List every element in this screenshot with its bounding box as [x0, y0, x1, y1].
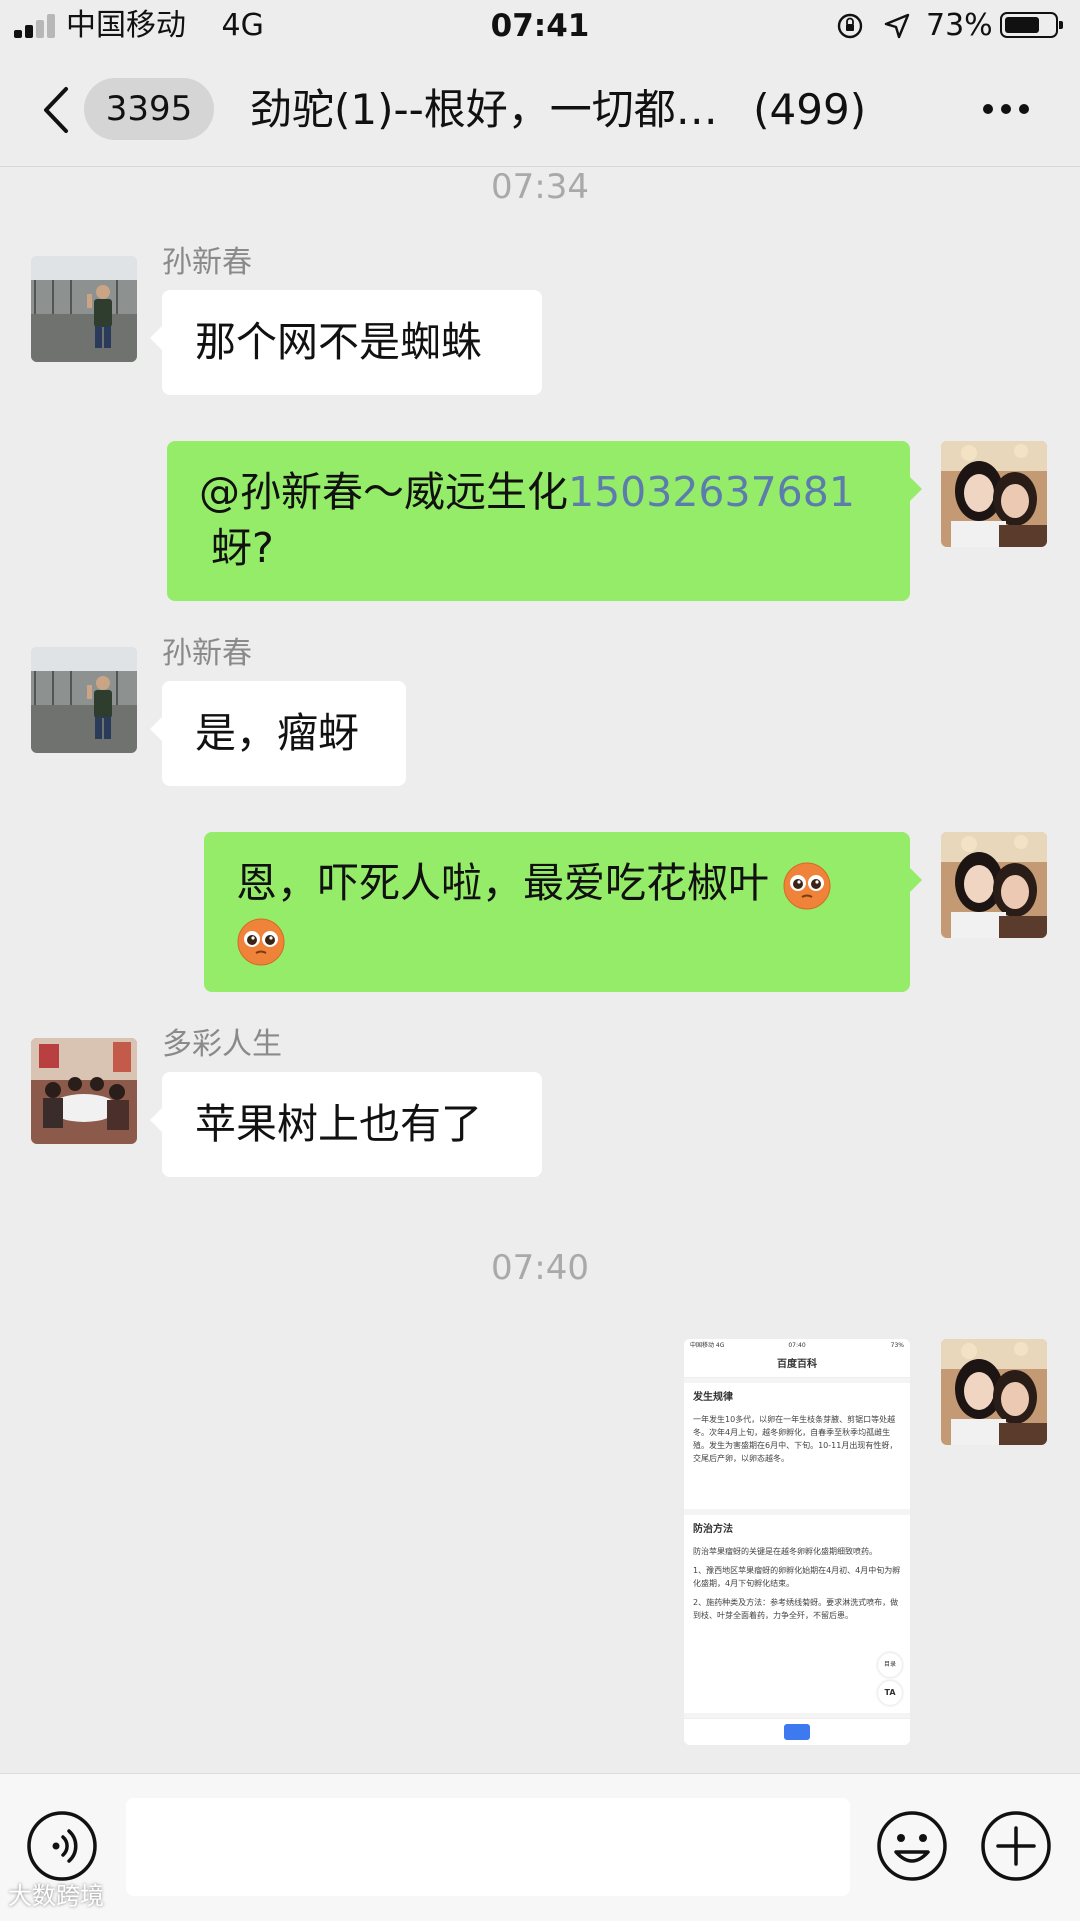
status-bar: 中国移动 4G 07:41 73% [0, 0, 1080, 52]
message-text: 苹果树上也有了 [195, 1100, 482, 1148]
pleading-face-emoji [783, 862, 831, 910]
more-dots-icon[interactable] [980, 93, 1032, 125]
thumb-time: 07:40 [788, 1342, 806, 1349]
message-text: 蚜? [211, 524, 274, 572]
sender-name: 孙新春 [162, 245, 252, 280]
my-avatar[interactable] [941, 441, 1047, 547]
chat-title[interactable]: 劲驼(1)--根好，一切都… (499) [250, 82, 920, 138]
group-name: 劲驼(1)--根好，一切都… [250, 85, 718, 134]
thumb-header: 百度百科 [684, 1353, 910, 1378]
message-bubble-incoming[interactable]: 苹果树上也有了 [150, 1072, 542, 1177]
my-avatar[interactable] [941, 832, 1047, 938]
orientation-lock-icon [837, 13, 863, 39]
thumb-section-text: 2、施药种类及方法：参考绣线菊蚜。要求淋洗式喷布，做到枝、叶芽全面着药，力争全歼… [693, 1598, 899, 1620]
message-bubble-incoming[interactable]: 是，瘤蚜 [150, 681, 406, 786]
message-list[interactable]: 07:34 孙新春 那个网不是蜘蛛 @孙新春～威远生化15032637681 蚜… [0, 167, 1080, 1773]
phone-number-link[interactable]: 15032637681 [568, 468, 855, 516]
thumb-section-text: 防治苹果瘤蚜的关键是在越冬卵孵化盛期细致喷药。 [693, 1547, 877, 1556]
unread-count-badge[interactable]: 3395 [84, 78, 214, 140]
thumb-battery: 73% [890, 1342, 904, 1349]
pleading-face-emoji [237, 918, 285, 966]
plus-circle-icon[interactable] [980, 1810, 1052, 1882]
watermark-text: 大数跨境 [8, 1882, 104, 1910]
chevron-left-icon[interactable] [38, 85, 74, 135]
thumb-section: 防治方法 防治苹果瘤蚜的关键是在越冬卵孵化盛期细致喷药。 1、豫西地区苹果瘤蚜的… [684, 1515, 910, 1713]
thumb-section-text: 一年发生10多代，以卵在一年生枝条芽腋、剪锯口等处越冬。次年4月上旬，越冬卵孵化… [693, 1415, 898, 1463]
my-avatar[interactable] [941, 1339, 1047, 1445]
voice-icon[interactable] [26, 1810, 98, 1882]
battery-percent: 73% [926, 8, 993, 43]
smiley-icon[interactable] [876, 1810, 948, 1882]
message-text: 恩，吓死人啦，最爱吃花椒叶 [236, 859, 769, 907]
sender-avatar[interactable] [31, 1038, 137, 1144]
input-bar [0, 1773, 1080, 1921]
sender-name: 孙新春 [162, 636, 252, 671]
timestamp-separator: 07:40 [491, 1248, 589, 1288]
chat-header: 3395 劲驼(1)--根好，一切都… (499) [0, 52, 1080, 167]
thumb-status-bar: 中国移动 4G 07:40 73% [684, 1339, 910, 1353]
location-arrow-icon [884, 13, 910, 39]
message-text: 那个网不是蜘蛛 [195, 318, 482, 366]
thumb-section: 发生规律 一年发生10多代，以卵在一年生枝条芽腋、剪锯口等处越冬。次年4月上旬，… [684, 1383, 910, 1509]
image-message-thumbnail[interactable]: 中国移动 4G 07:40 73% 百度百科 发生规律 一年发生10多代，以卵在… [684, 1339, 910, 1745]
thumb-header-title: 百度百科 [777, 1359, 817, 1370]
timestamp-separator: 07:34 [491, 167, 589, 207]
thumb-section-text: 1、豫西地区苹果瘤蚜的卵孵化始期在4月初、4月中旬为孵化盛期，4月下旬孵化结束。 [693, 1566, 901, 1588]
sender-name: 多彩人生 [162, 1027, 282, 1062]
message-bubble-incoming[interactable]: 那个网不是蜘蛛 [150, 290, 542, 395]
member-count: (499) [753, 85, 867, 134]
thumb-section-title: 防治方法 [693, 1524, 733, 1535]
thumb-mic-icon [784, 1724, 810, 1740]
thumb-toc-button: 目录 [878, 1653, 902, 1677]
thumb-section-title: 发生规律 [693, 1392, 733, 1403]
thumb-font-button: TA [878, 1681, 902, 1705]
thumb-tab-bar [684, 1718, 910, 1745]
watermark-logo: 大数跨境 [8, 1880, 104, 1912]
message-bubble-outgoing[interactable]: @孙新春～威远生化15032637681 蚜? [167, 441, 922, 601]
sender-avatar[interactable] [31, 647, 137, 753]
battery-icon [1000, 12, 1063, 38]
sender-avatar[interactable] [31, 256, 137, 362]
message-text: 是，瘤蚜 [195, 709, 359, 757]
battery-fill [1005, 17, 1039, 33]
status-time: 07:41 [490, 8, 590, 44]
message-input[interactable] [126, 1798, 850, 1896]
message-text: @孙新春～威远生化 [199, 468, 568, 516]
message-bubble-outgoing[interactable]: 恩，吓死人啦，最爱吃花椒叶 [204, 832, 922, 992]
